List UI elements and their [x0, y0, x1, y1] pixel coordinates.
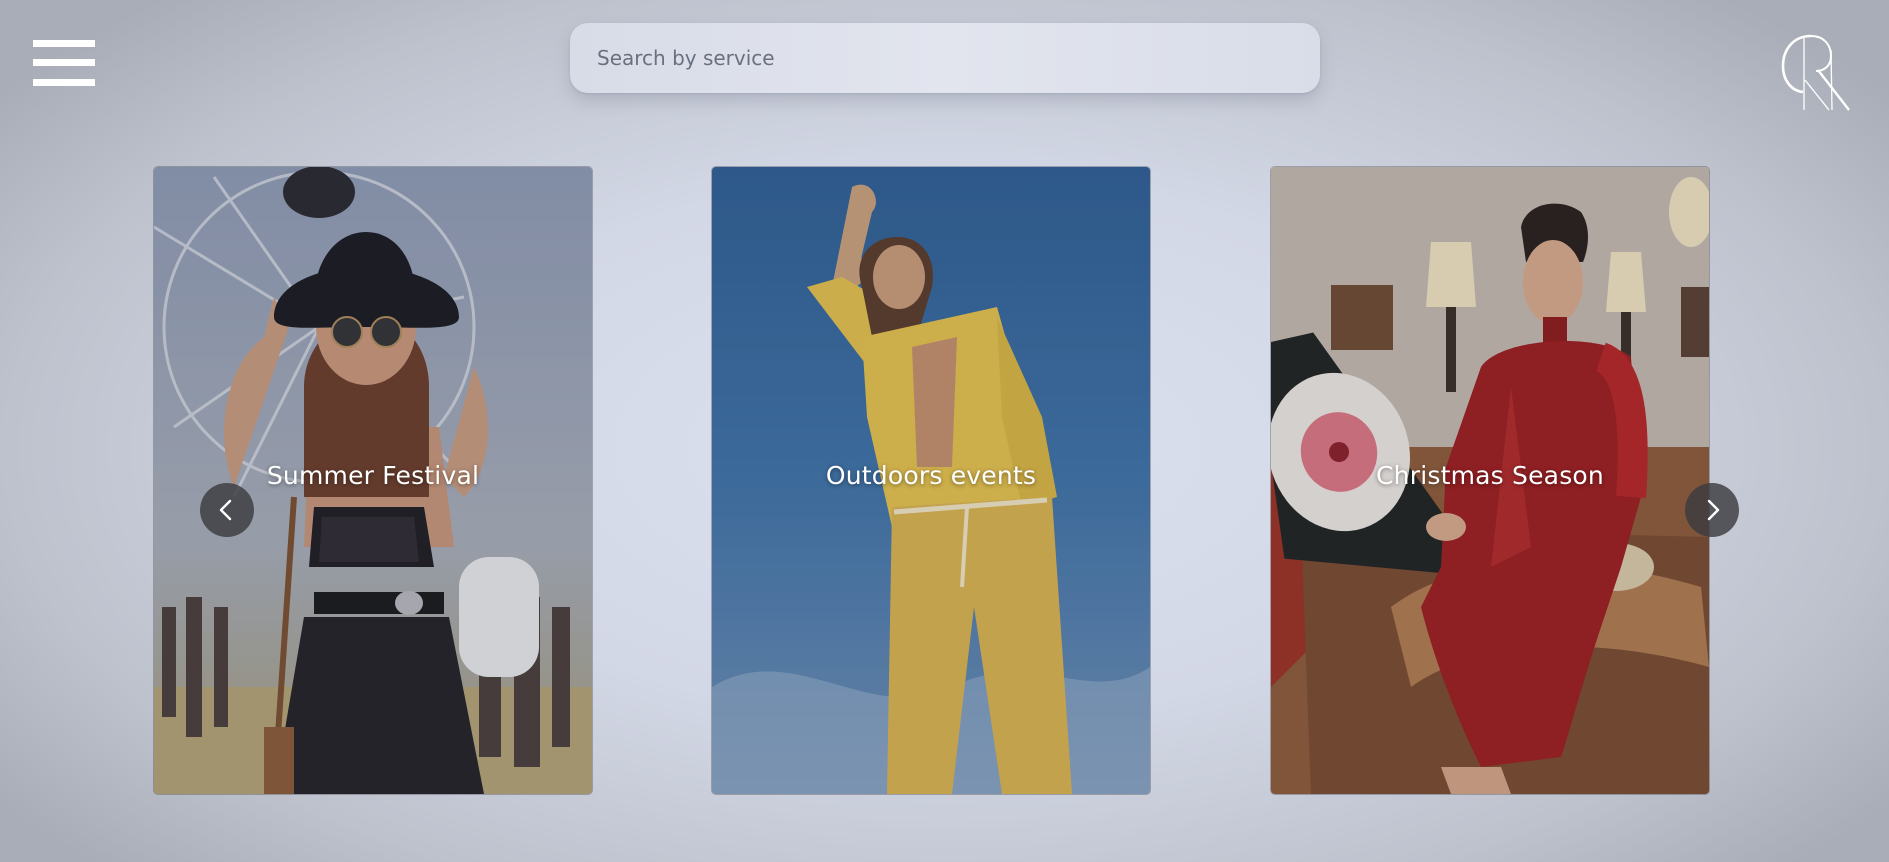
chevron-right-icon — [1707, 499, 1720, 521]
chevron-left-icon — [219, 499, 232, 521]
hamburger-menu-icon[interactable] — [33, 40, 95, 86]
service-card-summer-festival[interactable]: Summer Festival — [154, 167, 592, 794]
menu-bar-middle — [33, 59, 95, 66]
search-bar — [570, 23, 1320, 93]
service-card-outdoors-events[interactable]: Outdoors events — [712, 167, 1150, 794]
carousel-prev-button[interactable] — [200, 483, 254, 537]
card-title: Christmas Season — [1376, 461, 1604, 490]
brand-logo[interactable] — [1780, 30, 1852, 112]
menu-bar-top — [33, 40, 95, 47]
card-title: Outdoors events — [825, 461, 1037, 490]
menu-bar-bottom — [33, 79, 95, 86]
search-input[interactable] — [570, 23, 1320, 93]
carousel-next-button[interactable] — [1685, 483, 1739, 537]
service-card-christmas-season[interactable]: Christmas Season — [1271, 167, 1709, 794]
